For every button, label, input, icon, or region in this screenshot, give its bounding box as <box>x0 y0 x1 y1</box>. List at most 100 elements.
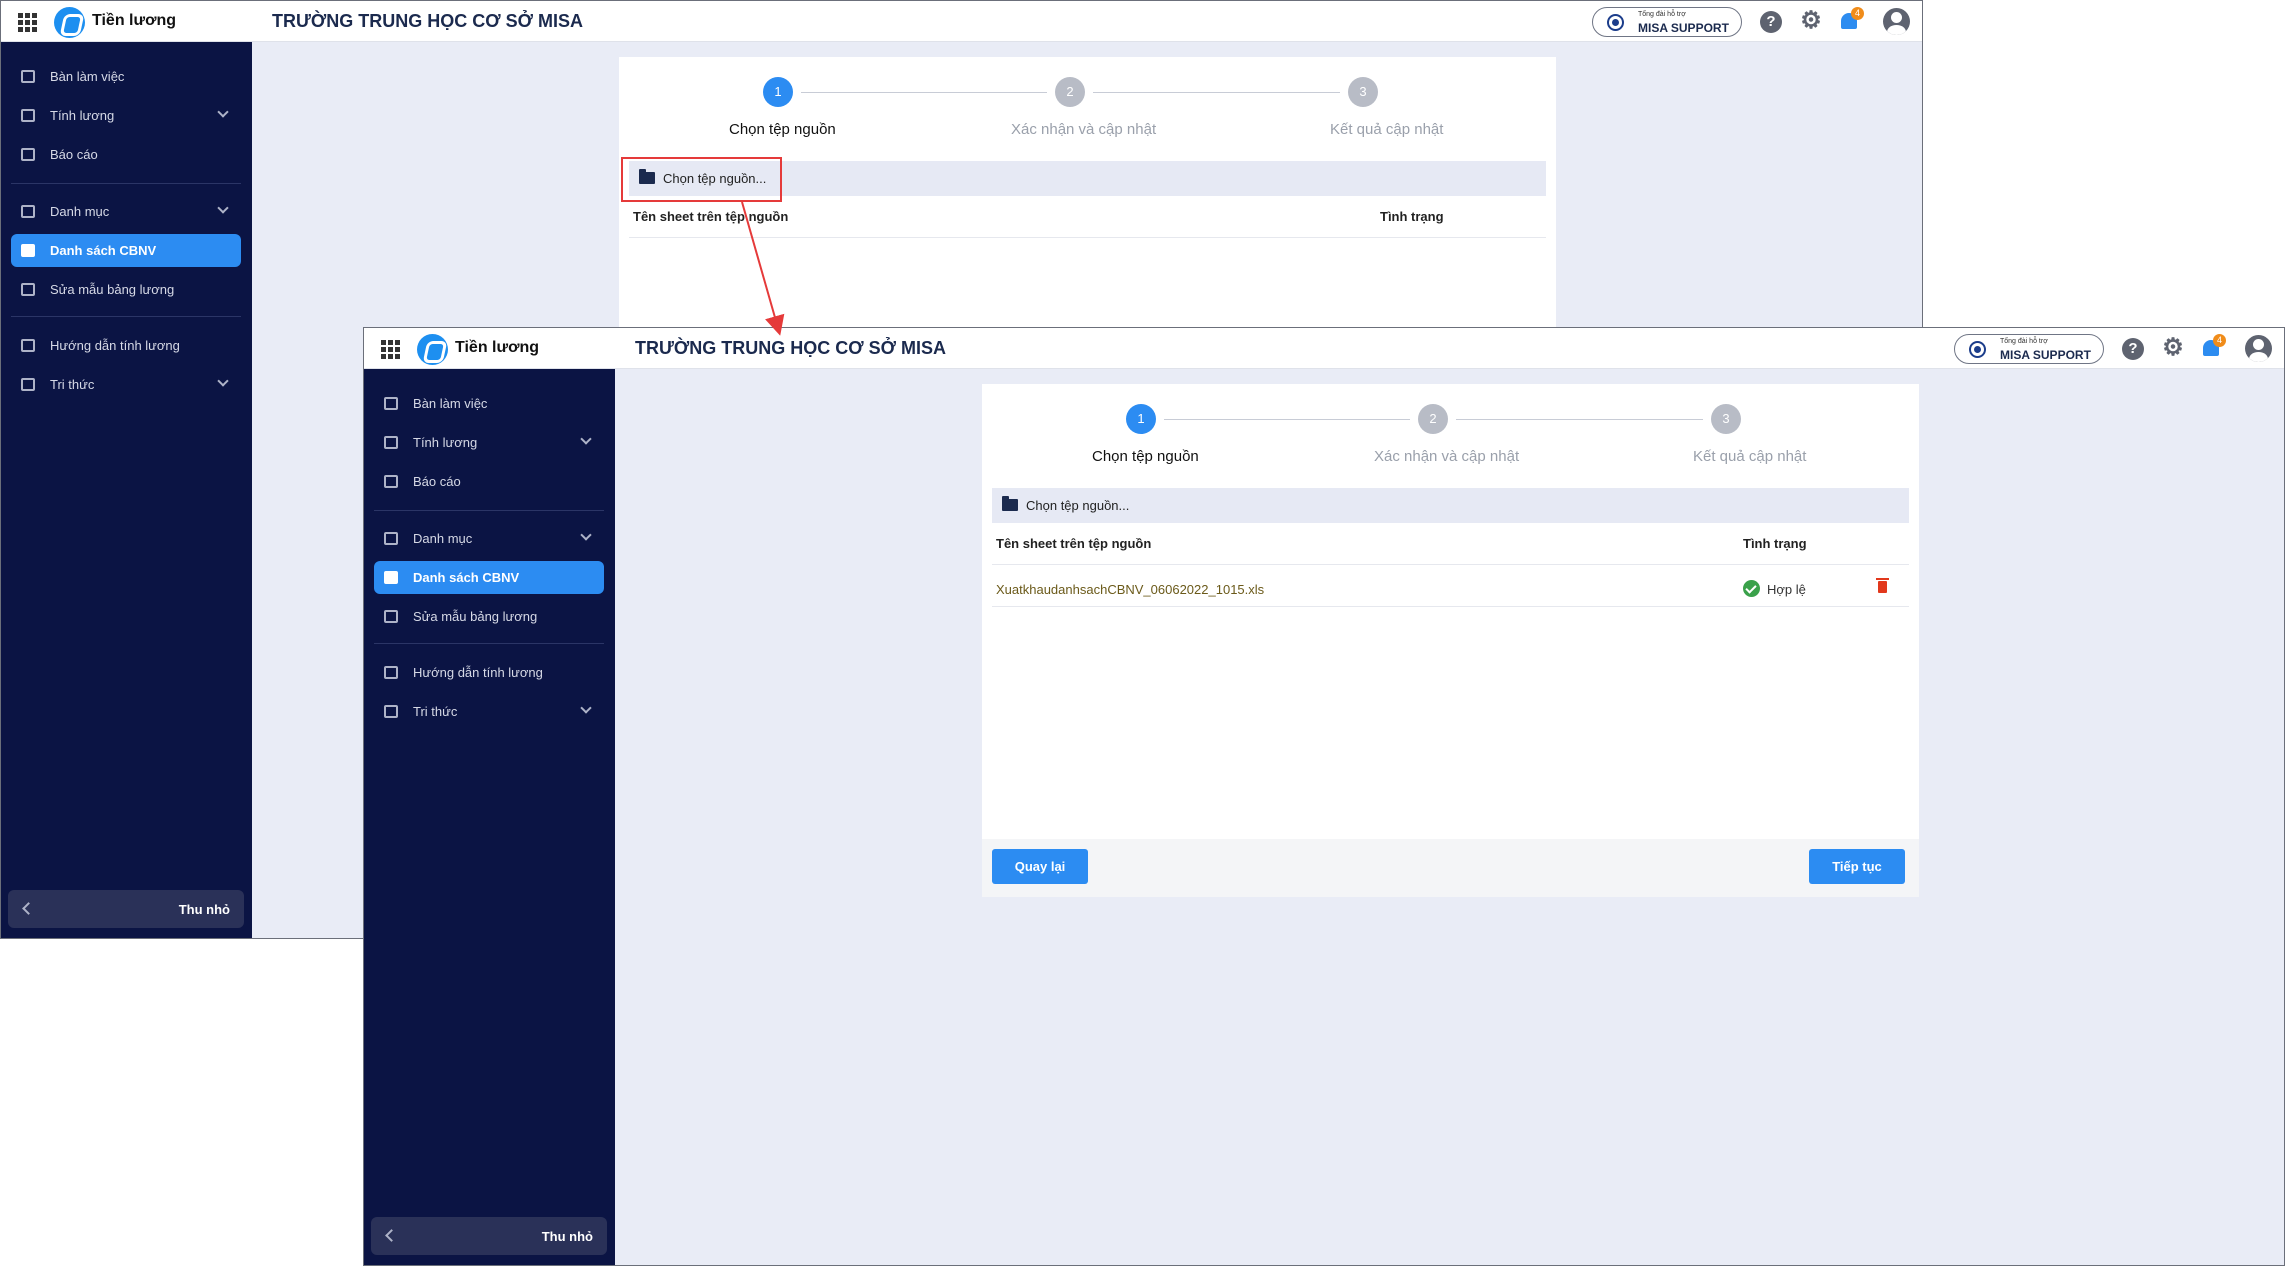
sidebar-item-tinh-luong[interactable]: Tính lương <box>11 99 241 132</box>
sidebar-item-label: Tri thức <box>413 704 458 719</box>
wallet-icon <box>21 109 35 122</box>
list-icon <box>21 205 35 218</box>
chevron-left-icon <box>385 1229 398 1242</box>
step-1-indicator: 1 <box>763 77 793 107</box>
app-logo-icon <box>54 7 85 38</box>
sidebar-item-sua-mau-bang-luong[interactable]: Sửa mẫu bảng lương <box>11 273 241 306</box>
sidebar-item-label: Danh mục <box>50 204 110 219</box>
sidebar-item-label: Sửa mẫu bảng lương <box>50 282 175 297</box>
sidebar-divider <box>11 316 241 317</box>
column-header-sheet-name: Tên sheet trên tệp nguồn <box>996 536 1152 551</box>
column-header-sheet-name: Tên sheet trên tệp nguồn <box>633 209 789 224</box>
sidebar-item-tri-thuc[interactable]: Tri thức <box>11 368 241 401</box>
help-icon[interactable]: ? <box>1760 11 1782 33</box>
app-name: Tiền lương <box>455 339 539 356</box>
table-row-divider <box>992 606 1909 607</box>
column-header-status: Tình trạng <box>1743 536 1807 551</box>
step-2-label: Xác nhận và cập nhật <box>1374 448 1520 465</box>
support-label: MISA SUPPORT <box>1638 21 1729 35</box>
template-icon <box>384 610 398 623</box>
employee-icon <box>21 244 35 257</box>
sidebar-item-ban-lam-viec[interactable]: Bàn làm việc <box>11 60 241 93</box>
employee-icon <box>384 571 398 584</box>
sidebar-item-label: Bàn làm việc <box>50 69 125 84</box>
support-button[interactable]: Tổng đài hỗ trợ MISA SUPPORT <box>1592 7 1742 37</box>
column-header-status: Tình trạng <box>1380 209 1444 224</box>
step-1-indicator: 1 <box>1126 404 1156 434</box>
knowledge-icon <box>384 705 398 718</box>
bell-icon[interactable]: 4 <box>2200 334 2226 360</box>
sidebar-item-label: Hướng dẫn tính lương <box>413 665 543 680</box>
sidebar-item-danh-muc[interactable]: Danh mục <box>374 522 604 555</box>
sidebar-item-huong-dan[interactable]: Hướng dẫn tính lương <box>374 656 604 689</box>
support-button[interactable]: Tổng đài hỗ trợ MISA SUPPORT <box>1954 334 2104 364</box>
app-name: Tiền lương <box>92 12 176 29</box>
gear-icon[interactable]: ⚙ <box>2162 336 2184 360</box>
sidebar-item-label: Hướng dẫn tính lương <box>50 338 180 353</box>
sidebar-item-danh-sach-cbnv[interactable]: Danh sách CBNV <box>11 234 241 267</box>
apps-grid-icon[interactable] <box>18 13 37 32</box>
template-icon <box>21 283 35 296</box>
sidebar: Bàn làm việc Tính lương Báo cáo Danh mục… <box>364 369 615 1265</box>
phone-support-icon <box>1969 341 1986 358</box>
sidebar-item-label: Danh sách CBNV <box>50 243 157 258</box>
chevron-down-icon <box>580 702 592 714</box>
back-button[interactable]: Quay lại <box>992 849 1088 884</box>
choose-source-file-button[interactable]: Chọn tệp nguồn... <box>992 488 1909 523</box>
support-label: MISA SUPPORT <box>2000 348 2091 362</box>
step-2-label: Xác nhận và cập nhật <box>1011 121 1157 138</box>
sidebar-item-huong-dan[interactable]: Hướng dẫn tính lương <box>11 329 241 362</box>
avatar-icon[interactable] <box>2245 335 2272 362</box>
wizard-footer: Quay lại Tiếp tục <box>982 839 1919 897</box>
sidebar-item-tinh-luong[interactable]: Tính lương <box>374 426 604 459</box>
report-icon <box>21 148 35 161</box>
step-connector <box>801 92 1047 93</box>
apps-grid-icon[interactable] <box>381 340 400 359</box>
sidebar-item-ban-lam-viec[interactable]: Bàn làm việc <box>374 387 604 420</box>
sidebar-item-tri-thuc[interactable]: Tri thức <box>374 695 604 728</box>
collapse-sidebar-button[interactable]: Thu nhỏ <box>8 890 244 928</box>
support-caption: Tổng đài hỗ trợ <box>2000 338 2048 345</box>
status-label: Hợp lệ <box>1767 582 1806 597</box>
step-2-indicator: 2 <box>1055 77 1085 107</box>
guide-icon <box>384 666 398 679</box>
step-3-indicator: 3 <box>1348 77 1378 107</box>
app-logo-icon <box>417 334 448 365</box>
sidebar-item-bao-cao[interactable]: Báo cáo <box>11 138 241 171</box>
sidebar-item-danh-muc[interactable]: Danh mục <box>11 195 241 228</box>
check-circle-icon <box>1743 580 1760 597</box>
step-1-label: Chọn tệp nguồn <box>1092 448 1199 465</box>
chevron-left-icon <box>22 902 35 915</box>
sidebar: Bàn làm việc Tính lương Báo cáo Danh mục… <box>1 42 252 938</box>
notification-badge: 4 <box>1851 7 1864 20</box>
sidebar-item-label: Báo cáo <box>50 147 98 162</box>
step-3-indicator: 3 <box>1711 404 1741 434</box>
knowledge-icon <box>21 378 35 391</box>
sidebar-item-sua-mau-bang-luong[interactable]: Sửa mẫu bảng lương <box>374 600 604 633</box>
chevron-down-icon <box>580 433 592 445</box>
sidebar-item-label: Bàn làm việc <box>413 396 488 411</box>
list-icon <box>384 532 398 545</box>
wallet-icon <box>384 436 398 449</box>
sidebar-item-label: Danh sách CBNV <box>413 570 520 585</box>
sidebar-item-bao-cao[interactable]: Báo cáo <box>374 465 604 498</box>
sidebar-divider <box>11 183 241 184</box>
collapse-sidebar-button[interactable]: Thu nhỏ <box>371 1217 607 1255</box>
sidebar-item-label: Tính lương <box>50 108 115 123</box>
guide-icon <box>21 339 35 352</box>
foreground-window: Tiền lương TRƯỜNG TRUNG HỌC CƠ SỞ MISA T… <box>363 327 2285 1266</box>
continue-button[interactable]: Tiếp tục <box>1809 849 1905 884</box>
bell-icon[interactable]: 4 <box>1838 7 1864 33</box>
gear-icon[interactable]: ⚙ <box>1800 9 1822 33</box>
top-bar: Tiền lương TRƯỜNG TRUNG HỌC CƠ SỞ MISA T… <box>1 1 1922 42</box>
help-icon[interactable]: ? <box>2122 338 2144 360</box>
dashboard-icon <box>21 70 35 83</box>
step-1-label: Chọn tệp nguồn <box>729 121 836 138</box>
sidebar-item-danh-sach-cbnv[interactable]: Danh sách CBNV <box>374 561 604 594</box>
trash-icon[interactable] <box>1876 578 1889 593</box>
step-2-indicator: 2 <box>1418 404 1448 434</box>
avatar-icon[interactable] <box>1883 8 1910 35</box>
sidebar-item-label: Tri thức <box>50 377 95 392</box>
chevron-down-icon <box>217 202 229 214</box>
step-3-label: Kết quả cập nhật <box>1693 448 1807 465</box>
